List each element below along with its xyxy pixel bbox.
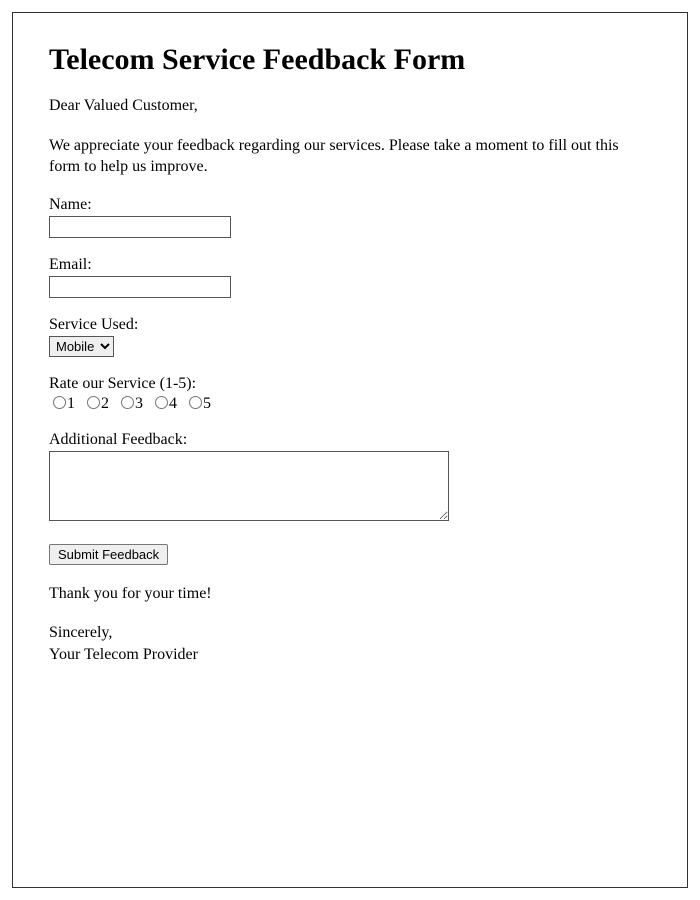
thanks-text: Thank you for your time! bbox=[49, 583, 651, 605]
submit-button[interactable]: Submit Feedback bbox=[49, 544, 168, 565]
rating-radio-5-label: 5 bbox=[203, 395, 211, 412]
rating-label: Rate our Service (1-5): bbox=[49, 375, 651, 393]
service-field-group: Service Used: Mobile bbox=[49, 316, 651, 357]
rating-radio-5[interactable] bbox=[189, 396, 202, 409]
email-field-group: Email: bbox=[49, 256, 651, 298]
form-page: Telecom Service Feedback Form Dear Value… bbox=[12, 12, 688, 888]
rating-radio-2-label: 2 bbox=[101, 395, 109, 412]
email-label: Email: bbox=[49, 256, 651, 274]
name-label: Name: bbox=[49, 196, 651, 214]
rating-radio-4-label: 4 bbox=[169, 395, 177, 412]
rating-options: 1 2 3 4 5 bbox=[49, 395, 651, 413]
closing-block: Sincerely, Your Telecom Provider bbox=[49, 622, 651, 665]
feedback-label: Additional Feedback: bbox=[49, 431, 651, 449]
page-title: Telecom Service Feedback Form bbox=[49, 43, 651, 77]
submit-group: Submit Feedback bbox=[49, 544, 651, 565]
rating-radio-4[interactable] bbox=[155, 396, 168, 409]
name-field-group: Name: bbox=[49, 196, 651, 238]
name-input[interactable] bbox=[49, 216, 231, 238]
rating-radio-3[interactable] bbox=[121, 396, 134, 409]
service-label: Service Used: bbox=[49, 316, 651, 334]
service-select[interactable]: Mobile bbox=[49, 336, 114, 357]
intro-text: We appreciate your feedback regarding ou… bbox=[49, 135, 651, 178]
rating-radio-3-label: 3 bbox=[135, 395, 143, 412]
greeting-text: Dear Valued Customer, bbox=[49, 95, 651, 117]
feedback-textarea[interactable] bbox=[49, 451, 449, 521]
rating-radio-1[interactable] bbox=[53, 396, 66, 409]
email-input[interactable] bbox=[49, 276, 231, 298]
feedback-field-group: Additional Feedback: bbox=[49, 431, 651, 526]
rating-field-group: Rate our Service (1-5): 1 2 3 4 5 bbox=[49, 375, 651, 413]
rating-radio-2[interactable] bbox=[87, 396, 100, 409]
rating-radio-1-label: 1 bbox=[67, 395, 75, 412]
sign-off-line-1: Sincerely, bbox=[49, 622, 651, 644]
sign-off-line-2: Your Telecom Provider bbox=[49, 644, 651, 666]
